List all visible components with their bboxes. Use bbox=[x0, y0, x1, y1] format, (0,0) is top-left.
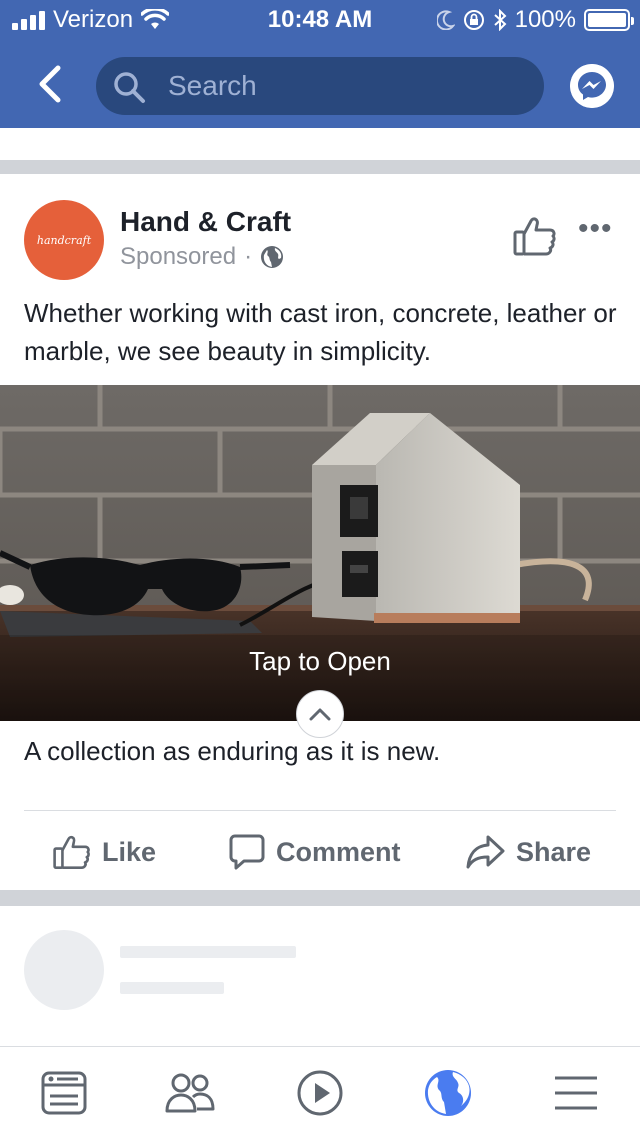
sponsored-row: Sponsored · bbox=[120, 243, 284, 271]
watch-play-icon bbox=[297, 1070, 343, 1116]
bluetooth-icon bbox=[493, 9, 507, 31]
thumbs-up-icon bbox=[53, 835, 90, 869]
comment-label: Comment bbox=[276, 836, 401, 867]
globe-icon bbox=[261, 246, 284, 268]
battery-icon bbox=[584, 9, 634, 31]
page-avatar[interactable]: handcraft bbox=[24, 200, 104, 280]
tap-to-open-label[interactable]: Tap to Open bbox=[0, 646, 640, 677]
like-page-icon[interactable] bbox=[512, 214, 558, 258]
back-arrow-icon[interactable] bbox=[30, 62, 74, 106]
comment-icon bbox=[229, 834, 265, 870]
feed-separator bbox=[0, 890, 640, 906]
page-name[interactable]: Hand & Craft bbox=[120, 206, 291, 238]
messenger-icon[interactable] bbox=[570, 64, 614, 108]
collection-caption[interactable]: A collection as enduring as it is new. bbox=[24, 736, 440, 767]
sponsored-label: Sponsored bbox=[120, 243, 237, 270]
actions-divider bbox=[24, 810, 616, 811]
top-bar: Verizon 10:48 AM 100% bbox=[0, 0, 640, 128]
post-actions: Like Comment Share bbox=[0, 824, 640, 880]
status-bar: Verizon 10:48 AM 100% bbox=[0, 0, 640, 40]
more-options-icon[interactable]: ••• bbox=[578, 212, 613, 246]
loading-avatar-placeholder bbox=[24, 930, 104, 1010]
feed-separator bbox=[0, 160, 640, 174]
loading-line-placeholder bbox=[120, 946, 296, 958]
tab-notifications[interactable] bbox=[422, 1067, 474, 1119]
moon-icon bbox=[436, 10, 455, 30]
globe-notifications-icon bbox=[425, 1070, 471, 1116]
tab-menu[interactable] bbox=[550, 1067, 602, 1119]
news-feed-icon bbox=[41, 1071, 87, 1115]
chevron-up-icon bbox=[309, 708, 331, 721]
share-label: Share bbox=[516, 836, 592, 867]
post-text: Whether working with cast iron, concrete… bbox=[24, 298, 617, 366]
search-icon bbox=[114, 72, 145, 103]
like-label: Like bbox=[102, 836, 157, 867]
share-button[interactable]: Share bbox=[466, 824, 591, 880]
expand-button[interactable] bbox=[296, 690, 344, 738]
tab-news-feed[interactable] bbox=[38, 1067, 90, 1119]
hamburger-menu-icon bbox=[555, 1076, 597, 1110]
battery-percent: 100% bbox=[514, 6, 576, 33]
like-button[interactable]: Like bbox=[52, 824, 156, 880]
tab-friends[interactable] bbox=[164, 1067, 216, 1119]
avatar-logo-text: handcraft bbox=[36, 233, 92, 247]
loading-line-placeholder bbox=[120, 982, 224, 994]
share-icon bbox=[466, 835, 505, 869]
rotation-lock-icon bbox=[463, 10, 484, 30]
comment-button[interactable]: Comment bbox=[228, 824, 401, 880]
search-input[interactable] bbox=[168, 67, 528, 105]
tab-watch[interactable] bbox=[294, 1067, 346, 1119]
search-bar[interactable] bbox=[96, 57, 544, 115]
separator-dot: · bbox=[244, 243, 253, 270]
bottom-tab-bar bbox=[0, 1046, 640, 1136]
friends-icon bbox=[165, 1073, 215, 1113]
